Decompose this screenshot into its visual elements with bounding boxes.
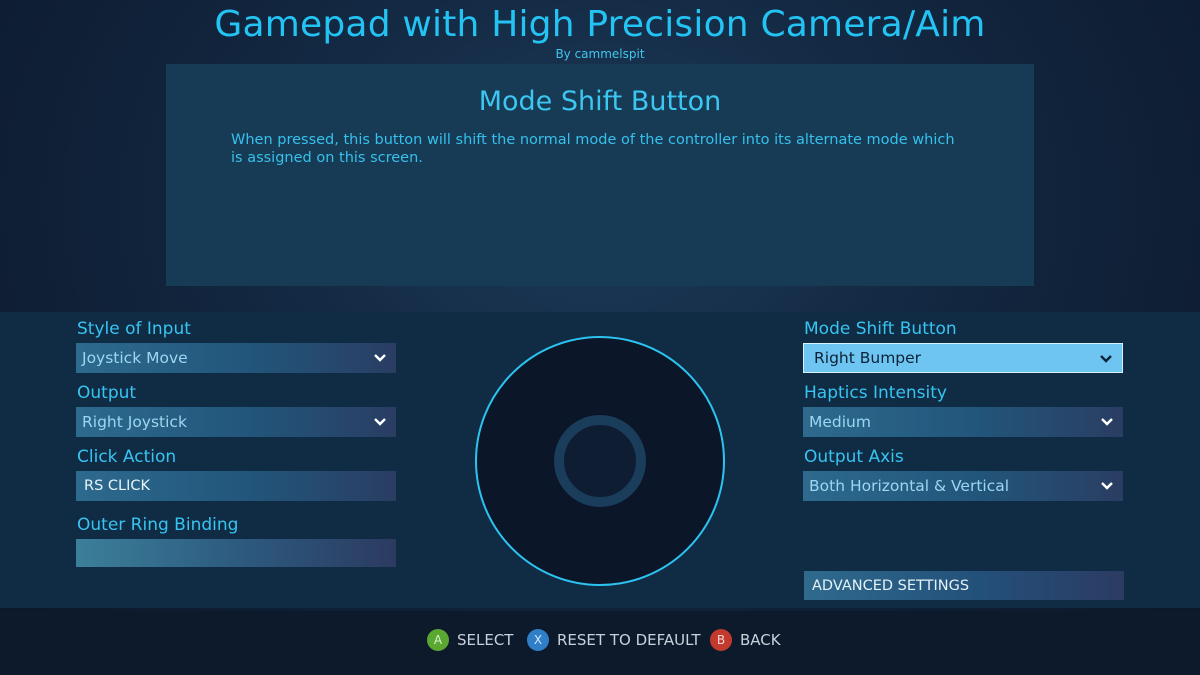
- click-action-field[interactable]: RS CLICK: [76, 471, 396, 501]
- back-hint-label: BACK: [740, 631, 781, 649]
- output-axis-value: Both Horizontal & Vertical: [809, 477, 1010, 495]
- haptics-intensity-value: Medium: [809, 413, 871, 431]
- info-title: Mode Shift Button: [478, 86, 722, 117]
- output-axis-dropdown[interactable]: Both Horizontal & Vertical: [803, 471, 1123, 501]
- mode-shift-button-value: Right Bumper: [814, 349, 922, 367]
- chevron-down-icon: [1101, 482, 1113, 490]
- x-button-icon: X: [527, 629, 549, 651]
- haptics-intensity-dropdown[interactable]: Medium: [803, 407, 1123, 437]
- click-action-value: RS CLICK: [84, 478, 151, 494]
- chevron-down-icon: [374, 354, 386, 362]
- outer-ring-binding-label: Outer Ring Binding: [77, 515, 239, 535]
- info-description: When pressed, this button will shift the…: [231, 132, 955, 166]
- style-of-input-value: Joystick Move: [82, 349, 188, 367]
- chevron-down-icon: [1101, 418, 1113, 426]
- style-of-input-dropdown[interactable]: Joystick Move: [76, 343, 396, 373]
- reset-to-default-hint-label: RESET TO DEFAULT: [557, 631, 701, 649]
- chevron-down-icon: [374, 418, 386, 426]
- b-button-icon: B: [710, 629, 732, 651]
- back-hint[interactable]: B BACK: [710, 629, 781, 651]
- click-action-label: Click Action: [77, 447, 177, 467]
- advanced-settings-button[interactable]: ADVANCED SETTINGS: [804, 571, 1124, 600]
- info-panel: Mode Shift Button When pressed, this but…: [166, 64, 1034, 286]
- haptics-intensity-label: Haptics Intensity: [804, 383, 947, 403]
- a-button-icon: A: [427, 629, 449, 651]
- select-hint[interactable]: A SELECT: [427, 629, 513, 651]
- output-label: Output: [77, 383, 137, 403]
- outer-ring-binding-field[interactable]: [76, 539, 396, 567]
- output-axis-label: Output Axis: [804, 447, 904, 467]
- reset-to-default-hint[interactable]: X RESET TO DEFAULT: [527, 629, 701, 651]
- mode-shift-button-dropdown[interactable]: Right Bumper: [803, 343, 1123, 373]
- select-hint-label: SELECT: [457, 631, 514, 649]
- author-byline: By cammelspit: [555, 47, 645, 61]
- output-dropdown[interactable]: Right Joystick: [76, 407, 396, 437]
- chevron-down-icon: [1100, 355, 1112, 363]
- output-value: Right Joystick: [82, 413, 187, 431]
- mode-shift-button-label: Mode Shift Button: [804, 319, 957, 339]
- style-of-input-label: Style of Input: [77, 319, 191, 339]
- joystick-visual: [475, 336, 725, 586]
- page-title: Gamepad with High Precision Camera/Aim: [214, 4, 986, 45]
